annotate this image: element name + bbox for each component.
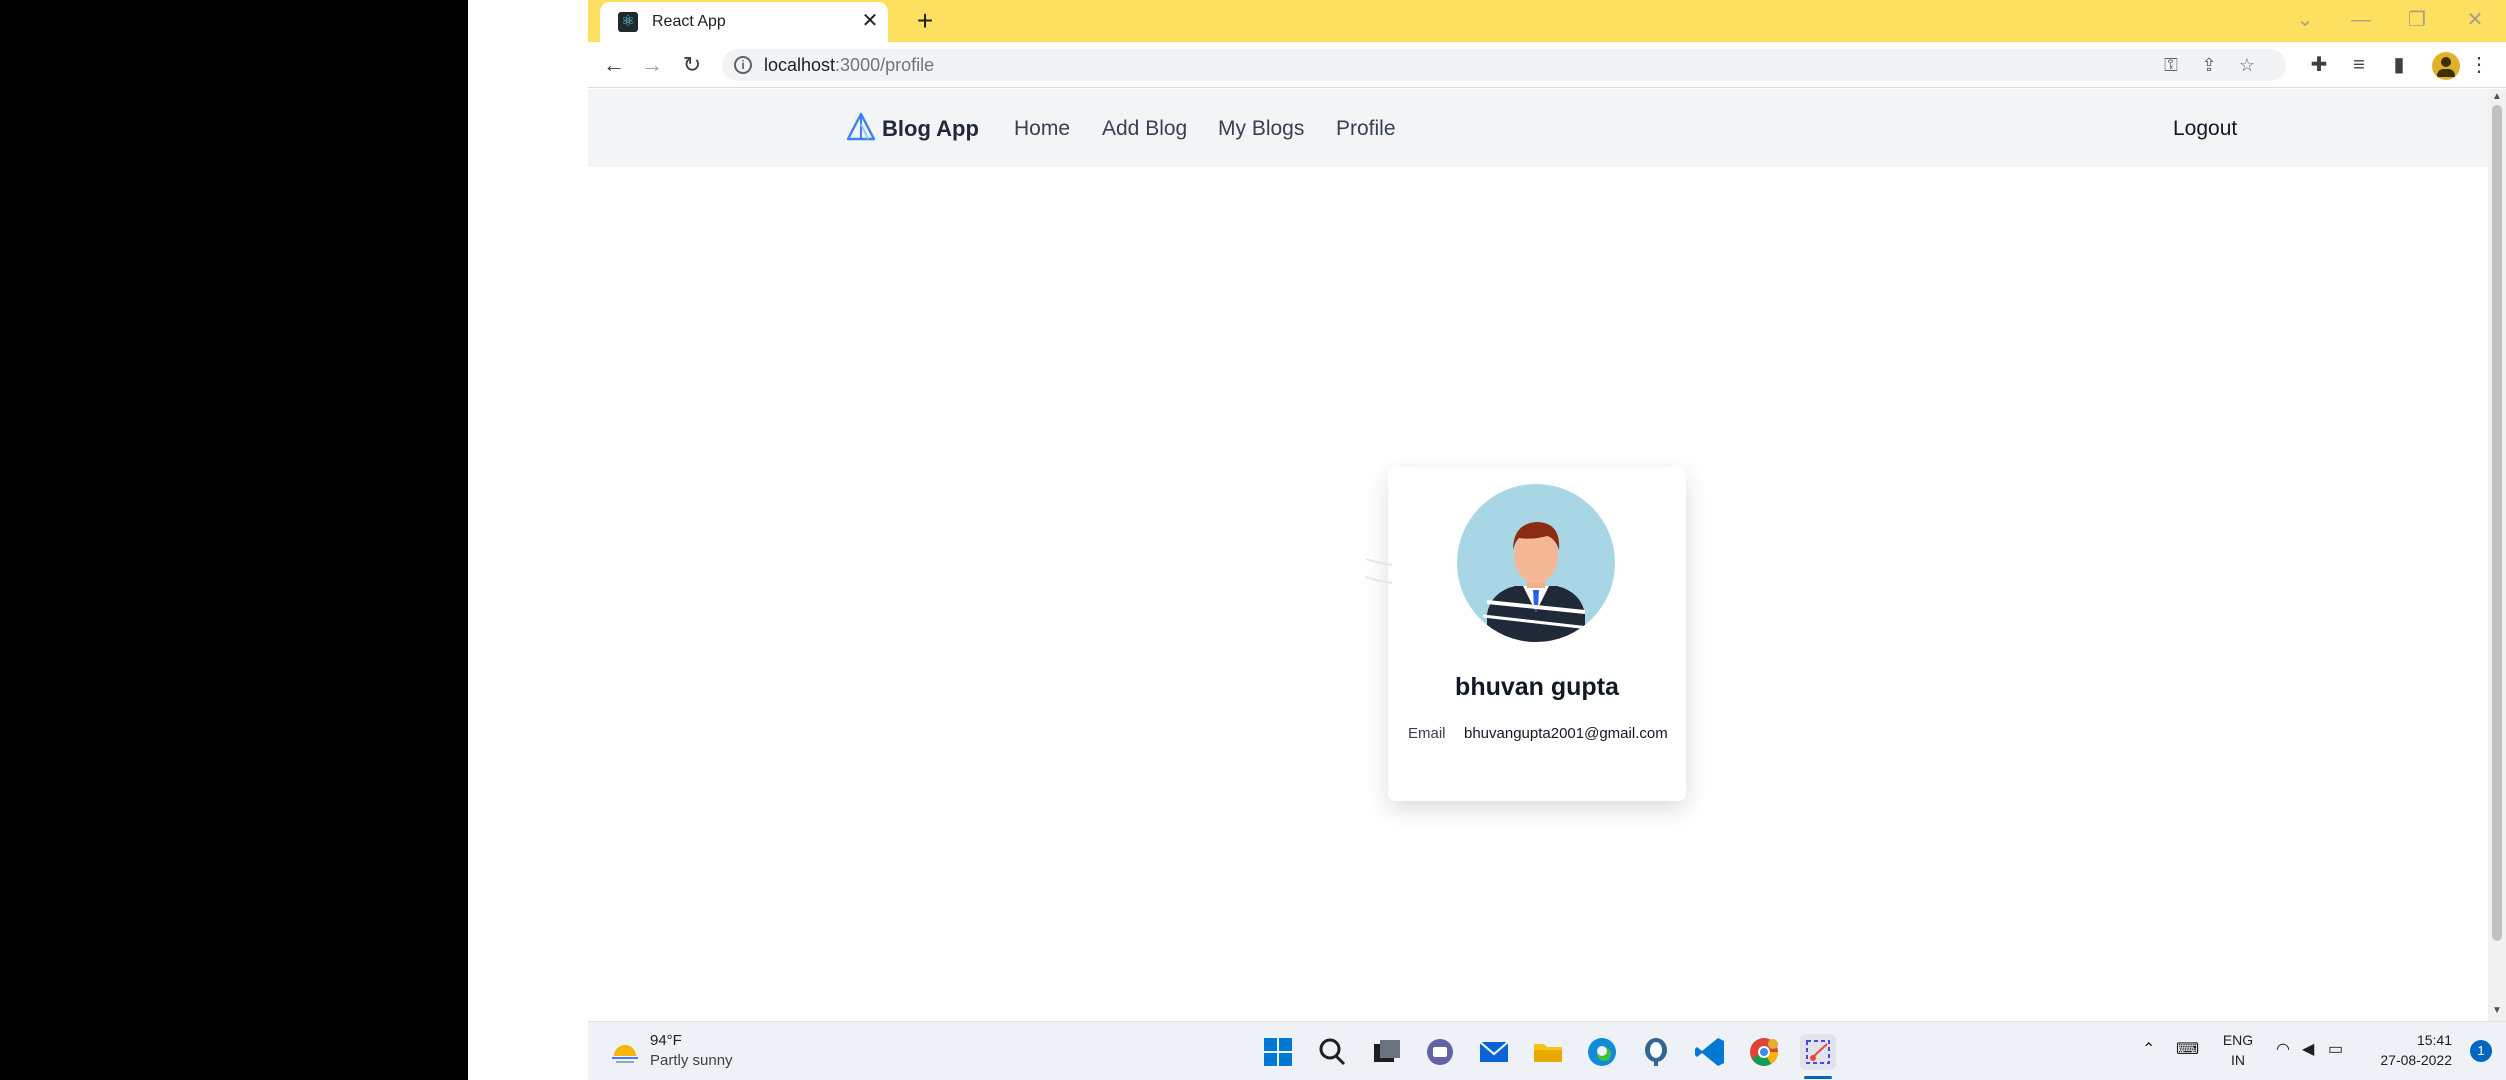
profile-card: bhuvan gupta Email bhuvangupta2001@gmail… <box>1388 467 1686 801</box>
snipping-tool-icon[interactable] <box>1800 1034 1836 1070</box>
file-explorer-icon[interactable] <box>1530 1034 1566 1070</box>
nav-link-add-blog[interactable]: Add Blog <box>1102 117 1187 141</box>
nav-link-my-blogs[interactable]: My Blogs <box>1218 117 1304 141</box>
active-app-indicator <box>1804 1076 1832 1079</box>
tab-title: React App <box>652 13 726 30</box>
keyboard-icon[interactable]: ⌨ <box>2176 1039 2199 1059</box>
brand-name[interactable]: Blog App <box>882 116 979 142</box>
notification-badge[interactable]: 1 <box>2470 1040 2492 1062</box>
logout-button[interactable]: Logout <box>2173 117 2237 141</box>
edge-icon[interactable] <box>1584 1034 1620 1070</box>
clock-date[interactable]: 27-08-2022 <box>2368 1052 2452 1068</box>
volume-icon[interactable]: ◀ <box>2302 1039 2314 1059</box>
browser-toolbar: ← → ↻ i localhost:3000/profile ⚿ ⇪ ☆ ✚ ≡… <box>588 42 2506 88</box>
app-navbar: Blog App Home Add Blog My Blogs Profile … <box>588 89 2488 167</box>
nav-link-home[interactable]: Home <box>1014 117 1070 141</box>
region-indicator[interactable]: IN <box>2218 1052 2258 1068</box>
key-icon[interactable]: ⚿ <box>2158 53 2184 77</box>
task-view-icon[interactable] <box>1368 1034 1404 1070</box>
site-info-icon[interactable]: i <box>734 56 752 74</box>
extensions-puzzle-icon[interactable]: ✚ <box>2304 51 2334 79</box>
minimize-button[interactable]: — <box>2332 4 2390 36</box>
mail-icon[interactable] <box>1476 1034 1512 1070</box>
media-queue-icon[interactable]: ≡ <box>2344 51 2374 79</box>
vscode-icon[interactable] <box>1692 1034 1728 1070</box>
scroll-down-arrow-icon[interactable]: ▼ <box>2488 1003 2506 1019</box>
scroll-thumb[interactable] <box>2492 105 2502 941</box>
profile-avatar <box>1457 484 1615 642</box>
tab-close-icon[interactable]: ✕ <box>858 9 882 33</box>
search-icon[interactable] <box>1314 1034 1350 1070</box>
close-window-button[interactable]: ✕ <box>2446 4 2504 36</box>
partly-sunny-icon[interactable] <box>610 1036 640 1066</box>
desktop-black-area <box>0 0 468 1080</box>
blog-app-logo-icon[interactable] <box>846 112 876 142</box>
email-label: Email <box>1408 725 1446 742</box>
decorative-swoosh <box>1365 558 1393 584</box>
url-path: :3000/profile <box>835 55 935 75</box>
profile-avatar-icon[interactable] <box>2432 52 2460 80</box>
weather-temperature[interactable]: 94°F <box>650 1032 682 1049</box>
battery-icon[interactable]: ▭ <box>2328 1039 2343 1059</box>
address-bar[interactable]: i localhost:3000/profile ⚿ ⇪ ☆ <box>722 49 2286 81</box>
page-viewport: Blog App Home Add Blog My Blogs Profile … <box>588 89 2488 1021</box>
chrome-menu-icon[interactable]: ⋮ <box>2464 51 2494 79</box>
email-value: bhuvangupta2001@gmail.com <box>1464 725 1668 742</box>
scroll-up-arrow-icon[interactable]: ▲ <box>2488 89 2506 105</box>
bookmark-star-icon[interactable]: ☆ <box>2234 53 2260 77</box>
url-text[interactable]: localhost:3000/profile <box>764 55 934 75</box>
businessman-avatar-icon <box>1482 522 1590 642</box>
tab-strip: ⚛ React App ✕ + ⌄ — ❐ ✕ <box>588 0 2506 42</box>
browser-tab[interactable]: ⚛ React App ✕ <box>600 2 888 42</box>
page-scrollbar[interactable]: ▲ ▼ <box>2488 89 2506 1021</box>
url-host: localhost <box>764 55 836 75</box>
start-icon[interactable] <box>1260 1034 1296 1070</box>
profile-name: bhuvan gupta <box>1455 673 1619 701</box>
restore-button[interactable]: ❐ <box>2388 4 2446 36</box>
weather-description[interactable]: Partly sunny <box>650 1052 733 1069</box>
forward-arrow-icon[interactable]: → <box>636 50 668 80</box>
new-tab-button[interactable]: + <box>910 6 940 36</box>
browser-window: ⚛ React App ✕ + ⌄ — ❐ ✕ ← → ↻ i localhos… <box>588 0 2506 1021</box>
windows-taskbar: 94°F Partly sunny ⌃ ⌨ ENG IN ◠ ◀ ▭ 15:41… <box>588 1021 2506 1080</box>
share-icon[interactable]: ⇪ <box>2196 53 2222 77</box>
clock-time[interactable]: 15:41 <box>2368 1032 2452 1048</box>
reload-icon[interactable]: ↻ <box>676 50 708 80</box>
show-hidden-icons-icon[interactable]: ⌃ <box>2142 1039 2155 1059</box>
desktop-white-area <box>468 0 588 1080</box>
tab-search-icon[interactable]: ⌄ <box>2276 4 2334 36</box>
chrome-icon[interactable] <box>1746 1034 1782 1070</box>
react-favicon-icon: ⚛ <box>618 12 638 32</box>
chat-icon[interactable] <box>1422 1034 1458 1070</box>
back-arrow-icon[interactable]: ← <box>598 50 630 80</box>
wifi-icon[interactable]: ◠ <box>2276 1039 2290 1059</box>
side-panel-icon[interactable]: ▮ <box>2384 51 2414 79</box>
nav-link-profile[interactable]: Profile <box>1336 117 1396 141</box>
language-indicator[interactable]: ENG <box>2218 1032 2258 1048</box>
pgadmin-icon[interactable] <box>1638 1034 1674 1070</box>
